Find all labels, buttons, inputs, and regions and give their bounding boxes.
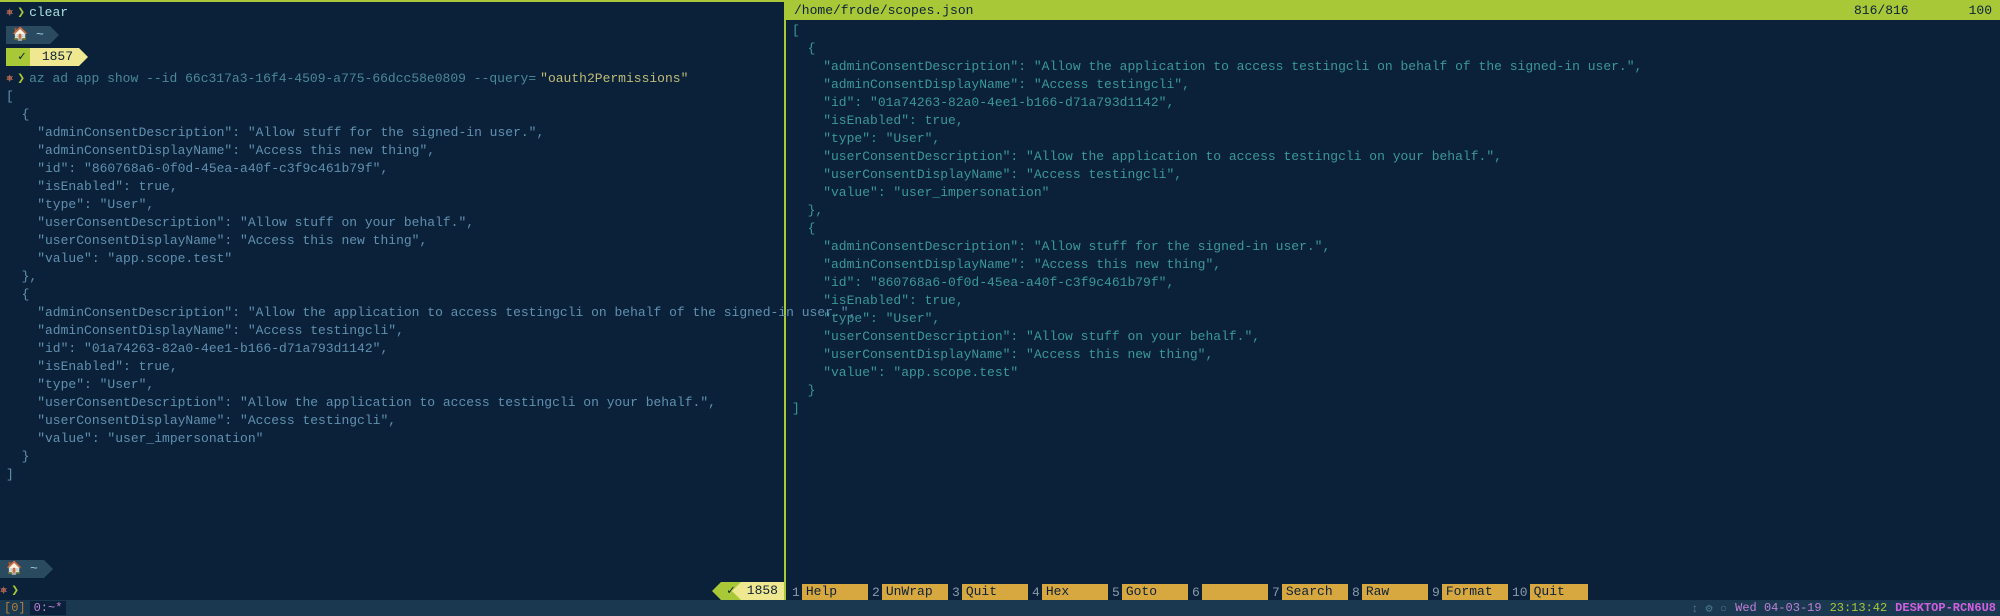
fn-num: 10 xyxy=(1510,585,1530,600)
home-tilde: ~ xyxy=(36,27,44,42)
file-percent: 100 xyxy=(1969,4,1992,18)
az-command: az ad app show --id 66c317a3-16f4-4509-a… xyxy=(29,70,536,88)
session-indicator[interactable]: [0] xyxy=(4,601,26,615)
editor-function-keys: 1Help 2UnWrap 3Quit 4Hex 5Goto 6 7Search… xyxy=(786,584,2000,600)
prompt-arrow: ❯ xyxy=(11,582,19,600)
fn-label: Quit xyxy=(962,584,1028,600)
fn-num: 5 xyxy=(1110,585,1122,600)
editor-header: /home/frode/scopes.json 816/816 100 xyxy=(786,2,2000,20)
history-number-1: 1857 xyxy=(30,48,79,66)
file-path: /home/frode/scopes.json xyxy=(794,4,1854,18)
check-segment: ✓ xyxy=(6,48,30,66)
file-position: 816/816 xyxy=(1854,4,1909,18)
query-string: "oauth2Permissions" xyxy=(540,70,688,88)
shell-icon: ⎈ xyxy=(6,4,13,22)
command-clear: clear xyxy=(29,4,68,22)
fn-label: Goto xyxy=(1122,584,1188,600)
fn-key-5[interactable]: 5Goto xyxy=(1110,584,1188,600)
fn-label xyxy=(1202,584,1268,600)
home-segment-2: 🏠 ~ xyxy=(0,560,44,578)
fn-label: UnWrap xyxy=(882,584,948,600)
fn-key-10[interactable]: 10Quit xyxy=(1510,584,1588,600)
fn-key-3[interactable]: 3Quit xyxy=(950,584,1028,600)
history-number-2: 1858 xyxy=(741,582,784,600)
tmux-status-bar: [0] 0:~* ↕ ⚙ ○ Wed 04-03-19 23:13:42 DES… xyxy=(0,600,2000,616)
editor-right-pane[interactable]: /home/frode/scopes.json 816/816 100 [ { … xyxy=(786,2,2000,600)
fn-label: Hex xyxy=(1042,584,1108,600)
fn-label: Raw xyxy=(1362,584,1428,600)
fn-key-4[interactable]: 4Hex xyxy=(1030,584,1108,600)
home-segment: 🏠 ~ xyxy=(6,26,50,44)
hostname: DESKTOP-RCN6U8 xyxy=(1895,601,1996,615)
shell-icon: ⎈ xyxy=(6,70,13,88)
json-output-left: [ { "adminConsentDescription": "Allow st… xyxy=(6,88,778,484)
fn-num: 4 xyxy=(1030,585,1042,600)
status-date: Wed 04-03-19 xyxy=(1735,601,1821,615)
status-time: 23:13:42 xyxy=(1830,601,1888,615)
powerline-segment-2: ✓ 1857 xyxy=(6,48,778,66)
prompt-line-2: ⎈ ❯ az ad app show --id 66c317a3-16f4-45… xyxy=(6,70,778,88)
fn-key-9[interactable]: 9Format xyxy=(1430,584,1508,600)
fn-num: 3 xyxy=(950,585,962,600)
fn-label: Quit xyxy=(1530,584,1588,600)
json-output-right: [ { "adminConsentDescription": "Allow th… xyxy=(786,20,2000,420)
fn-key-2[interactable]: 2UnWrap xyxy=(870,584,948,600)
fn-num: 1 xyxy=(790,585,802,600)
prompt-line-1: ⎈ ❯ clear xyxy=(6,4,778,22)
fn-key-6[interactable]: 6 xyxy=(1190,584,1268,600)
shell-icon: ⎈ xyxy=(0,582,7,600)
prompt-arrow: ❯ xyxy=(17,70,25,88)
fn-label: Format xyxy=(1442,584,1508,600)
fn-num: 7 xyxy=(1270,585,1282,600)
fn-key-8[interactable]: 8Raw xyxy=(1350,584,1428,600)
fn-num: 8 xyxy=(1350,585,1362,600)
fn-key-1[interactable]: 1Help xyxy=(790,584,868,600)
fn-num: 9 xyxy=(1430,585,1442,600)
powerline-segment-1: 🏠 ~ xyxy=(6,26,778,44)
fn-num: 2 xyxy=(870,585,882,600)
prompt-arrow: ❯ xyxy=(17,4,25,22)
fn-key-7[interactable]: 7Search xyxy=(1270,584,1348,600)
fn-label: Search xyxy=(1282,584,1348,600)
home-tilde-2: ~ xyxy=(30,561,38,576)
fn-num: 6 xyxy=(1190,585,1202,600)
terminal-left-pane[interactable]: ⎈ ❯ clear 🏠 ~ ✓ 1857 ⎈ ❯ az ad app show … xyxy=(0,2,786,600)
bottom-left-status: 🏠 ~ ⎈ ❯ ✓ 1858 xyxy=(0,556,784,600)
fn-label: Help xyxy=(802,584,868,600)
status-icons: ↕ ⚙ ○ xyxy=(1691,601,1727,616)
window-tab[interactable]: 0:~* xyxy=(30,601,67,615)
